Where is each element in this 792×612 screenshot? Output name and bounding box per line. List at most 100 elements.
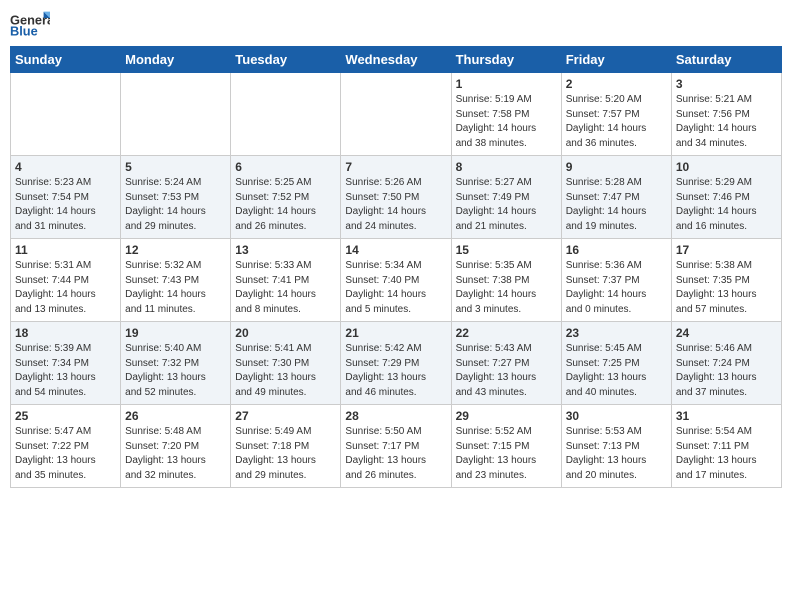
day-info: Sunrise: 5:36 AM Sunset: 7:37 PM Dayligh… [566,259,667,317]
day-info: Sunrise: 5:34 AM Sunset: 7:40 PM Dayligh… [345,259,446,317]
day-info: Sunrise: 5:48 AM Sunset: 7:20 PM Dayligh… [125,425,226,483]
day-number: 24 [676,326,777,340]
calendar-day-cell [11,73,121,156]
day-of-week-header: Saturday [671,47,781,73]
calendar-day-cell [231,73,341,156]
day-info: Sunrise: 5:42 AM Sunset: 7:29 PM Dayligh… [345,342,446,400]
day-info: Sunrise: 5:52 AM Sunset: 7:15 PM Dayligh… [456,425,557,483]
day-number: 28 [345,409,446,423]
calendar-day-cell: 13 Sunrise: 5:33 AM Sunset: 7:41 PM Dayli… [231,239,341,322]
day-number: 11 [15,243,116,257]
day-of-week-header: Thursday [451,47,561,73]
day-info: Sunrise: 5:29 AM Sunset: 7:46 PM Dayligh… [676,176,777,234]
calendar-day-cell: 5 Sunrise: 5:24 AM Sunset: 7:53 PM Daylig… [121,156,231,239]
day-info: Sunrise: 5:21 AM Sunset: 7:56 PM Dayligh… [676,93,777,151]
calendar-day-cell: 28 Sunrise: 5:50 AM Sunset: 7:17 PM Dayli… [341,405,451,488]
calendar-day-cell [341,73,451,156]
day-number: 2 [566,77,667,91]
calendar-day-cell: 14 Sunrise: 5:34 AM Sunset: 7:40 PM Dayli… [341,239,451,322]
day-info: Sunrise: 5:50 AM Sunset: 7:17 PM Dayligh… [345,425,446,483]
calendar-day-cell: 10 Sunrise: 5:29 AM Sunset: 7:46 PM Dayli… [671,156,781,239]
day-of-week-header: Wednesday [341,47,451,73]
day-number: 13 [235,243,336,257]
calendar-day-cell: 30 Sunrise: 5:53 AM Sunset: 7:13 PM Dayli… [561,405,671,488]
generalblue-logo-icon: General Blue [10,10,50,38]
day-number: 31 [676,409,777,423]
day-of-week-header: Sunday [11,47,121,73]
day-number: 27 [235,409,336,423]
calendar-day-cell: 23Sunrise: 5:45 AM Sunset: 7:25 PM Dayli… [561,322,671,405]
calendar-day-cell: 31 Sunrise: 5:54 AM Sunset: 7:11 PM Dayli… [671,405,781,488]
calendar-day-cell [121,73,231,156]
day-info: Sunrise: 5:25 AM Sunset: 7:52 PM Dayligh… [235,176,336,234]
day-info: Sunrise: 5:19 AM Sunset: 7:58 PM Dayligh… [456,93,557,151]
day-number: 19 [125,326,226,340]
calendar-day-cell: 12 Sunrise: 5:32 AM Sunset: 7:43 PM Dayli… [121,239,231,322]
day-number: 6 [235,160,336,174]
day-number: 15 [456,243,557,257]
day-number: 16 [566,243,667,257]
calendar-day-cell: 27 Sunrise: 5:49 AM Sunset: 7:18 PM Dayli… [231,405,341,488]
day-info: Sunrise: 5:54 AM Sunset: 7:11 PM Dayligh… [676,425,777,483]
day-number: 10 [676,160,777,174]
day-number: 20 [235,326,336,340]
day-of-week-header: Tuesday [231,47,341,73]
day-of-week-header: Monday [121,47,231,73]
day-info: Sunrise: 5:28 AM Sunset: 7:47 PM Dayligh… [566,176,667,234]
day-info: Sunrise: 5:24 AM Sunset: 7:53 PM Dayligh… [125,176,226,234]
calendar-day-cell: 21Sunrise: 5:42 AM Sunset: 7:29 PM Dayli… [341,322,451,405]
day-number: 9 [566,160,667,174]
calendar-day-cell: 19 Sunrise: 5:40 AM Sunset: 7:32 PM Dayli… [121,322,231,405]
day-number: 7 [345,160,446,174]
calendar-day-cell: 1 Sunrise: 5:19 AM Sunset: 7:58 PM Daylig… [451,73,561,156]
day-number: 23 [566,326,667,340]
day-info: Sunrise: 5:41 AM Sunset: 7:30 PM Dayligh… [235,342,336,400]
day-number: 5 [125,160,226,174]
day-number: 18 [15,326,116,340]
calendar-table: SundayMondayTuesdayWednesdayThursdayFrid… [10,46,782,488]
calendar-header-row: SundayMondayTuesdayWednesdayThursdayFrid… [11,47,782,73]
calendar-day-cell: 26 Sunrise: 5:48 AM Sunset: 7:20 PM Dayli… [121,405,231,488]
calendar-day-cell: 4Sunrise: 5:23 AM Sunset: 7:54 PM Daylig… [11,156,121,239]
calendar-week-row: 1 Sunrise: 5:19 AM Sunset: 7:58 PM Daylig… [11,73,782,156]
calendar-week-row: 25 Sunrise: 5:47 AM Sunset: 7:22 PM Dayli… [11,405,782,488]
day-number: 30 [566,409,667,423]
day-of-week-header: Friday [561,47,671,73]
day-number: 26 [125,409,226,423]
calendar-day-cell: 8Sunrise: 5:27 AM Sunset: 7:49 PM Daylig… [451,156,561,239]
day-info: Sunrise: 5:31 AM Sunset: 7:44 PM Dayligh… [15,259,116,317]
calendar-day-cell: 3 Sunrise: 5:21 AM Sunset: 7:56 PM Daylig… [671,73,781,156]
day-info: Sunrise: 5:49 AM Sunset: 7:18 PM Dayligh… [235,425,336,483]
calendar-day-cell: 7 Sunrise: 5:26 AM Sunset: 7:50 PM Daylig… [341,156,451,239]
day-number: 8 [456,160,557,174]
day-info: Sunrise: 5:35 AM Sunset: 7:38 PM Dayligh… [456,259,557,317]
day-number: 3 [676,77,777,91]
day-info: Sunrise: 5:39 AM Sunset: 7:34 PM Dayligh… [15,342,116,400]
logo: General Blue [10,10,50,38]
calendar-day-cell: 6 Sunrise: 5:25 AM Sunset: 7:52 PM Daylig… [231,156,341,239]
day-info: Sunrise: 5:26 AM Sunset: 7:50 PM Dayligh… [345,176,446,234]
day-info: Sunrise: 5:20 AM Sunset: 7:57 PM Dayligh… [566,93,667,151]
page-header: General Blue [10,10,782,38]
calendar-day-cell: 11 Sunrise: 5:31 AM Sunset: 7:44 PM Dayli… [11,239,121,322]
day-number: 12 [125,243,226,257]
day-info: Sunrise: 5:23 AM Sunset: 7:54 PM Dayligh… [15,176,116,234]
calendar-day-cell: 16 Sunrise: 5:36 AM Sunset: 7:37 PM Dayli… [561,239,671,322]
calendar-day-cell: 2 Sunrise: 5:20 AM Sunset: 7:57 PM Daylig… [561,73,671,156]
calendar-week-row: 18 Sunrise: 5:39 AM Sunset: 7:34 PM Dayli… [11,322,782,405]
calendar-day-cell: 17Sunrise: 5:38 AM Sunset: 7:35 PM Dayli… [671,239,781,322]
day-info: Sunrise: 5:33 AM Sunset: 7:41 PM Dayligh… [235,259,336,317]
day-number: 29 [456,409,557,423]
day-info: Sunrise: 5:40 AM Sunset: 7:32 PM Dayligh… [125,342,226,400]
day-info: Sunrise: 5:38 AM Sunset: 7:35 PM Dayligh… [676,259,777,317]
day-number: 1 [456,77,557,91]
day-info: Sunrise: 5:47 AM Sunset: 7:22 PM Dayligh… [15,425,116,483]
day-info: Sunrise: 5:43 AM Sunset: 7:27 PM Dayligh… [456,342,557,400]
day-number: 14 [345,243,446,257]
calendar-day-cell: 15 Sunrise: 5:35 AM Sunset: 7:38 PM Dayli… [451,239,561,322]
day-info: Sunrise: 5:53 AM Sunset: 7:13 PM Dayligh… [566,425,667,483]
day-number: 25 [15,409,116,423]
day-info: Sunrise: 5:32 AM Sunset: 7:43 PM Dayligh… [125,259,226,317]
calendar-day-cell: 25 Sunrise: 5:47 AM Sunset: 7:22 PM Dayli… [11,405,121,488]
calendar-day-cell: 29 Sunrise: 5:52 AM Sunset: 7:15 PM Dayli… [451,405,561,488]
